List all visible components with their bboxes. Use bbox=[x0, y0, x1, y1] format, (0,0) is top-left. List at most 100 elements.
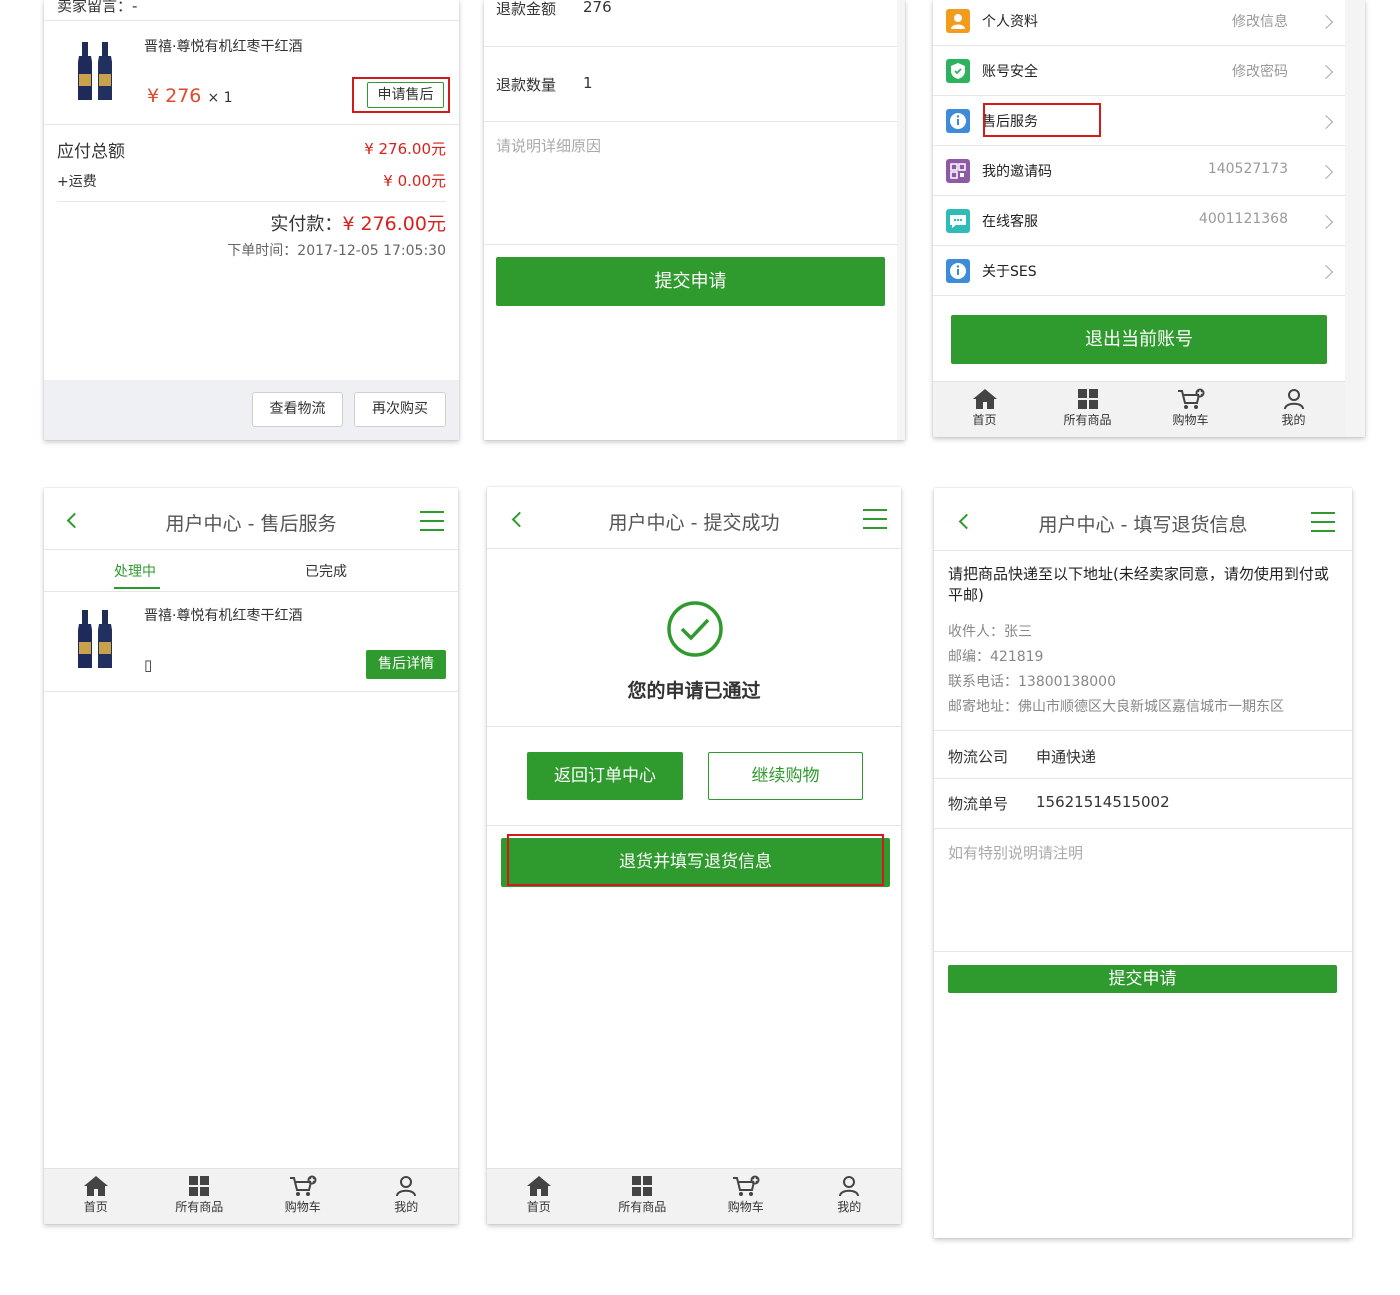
tab-mine-label: 我的 bbox=[394, 1200, 419, 1214]
tab-cart-label: 购物车 bbox=[1172, 413, 1209, 427]
info-icon bbox=[946, 109, 970, 133]
tab-mine-label: 我的 bbox=[1281, 413, 1306, 427]
seller-message: 卖家留言：- bbox=[57, 0, 138, 15]
tab-all-products-label: 所有商品 bbox=[618, 1200, 667, 1214]
tab-processing[interactable]: 处理中 bbox=[114, 561, 156, 581]
return-info-panel: 用户中心 - 填写退货信息 请把商品快递至以下地址(未经卖家同意，请勿使用到付或… bbox=[934, 488, 1352, 1238]
tab-cart[interactable]: 购物车 bbox=[1139, 382, 1242, 437]
shipping-label: +运费 bbox=[57, 174, 97, 190]
highlight-box bbox=[352, 77, 450, 113]
submit-button[interactable]: 提交申请 bbox=[496, 257, 885, 306]
paid-value: ¥ 276.00元 bbox=[342, 213, 446, 235]
tracking-field[interactable]: 15621514515002 bbox=[1036, 793, 1170, 811]
shipping-notice: 请把商品快递至以下地址(未经卖家同意，请勿使用到付或平邮) bbox=[948, 565, 1329, 604]
page-title: 用户中心 - 提交成功 bbox=[608, 512, 780, 534]
menu-row-value: 140527173 bbox=[1207, 161, 1288, 177]
tab-home-label: 首页 bbox=[83, 1200, 108, 1214]
cart-icon bbox=[732, 1175, 760, 1196]
tab-all-products[interactable]: 所有商品 bbox=[1036, 382, 1139, 437]
refund-form-panel: 退款金额 276 退款数量 1 请说明详细原因 提交申请 bbox=[484, 0, 905, 440]
tab-all-products[interactable]: 所有商品 bbox=[148, 1169, 252, 1224]
chevron-right-icon bbox=[1318, 14, 1334, 30]
tracking-label: 物流单号 bbox=[948, 795, 1009, 813]
chat-icon bbox=[946, 209, 970, 233]
menu-row-label: 在线客服 bbox=[982, 214, 1038, 230]
aftersale-detail-button[interactable]: 售后详情 bbox=[366, 650, 446, 679]
chevron-right-icon bbox=[1318, 264, 1334, 280]
home-icon bbox=[526, 1176, 551, 1196]
home-icon bbox=[972, 389, 997, 409]
product-name[interactable]: 晋禧·尊悦有机红枣干红酒 bbox=[144, 605, 302, 625]
tab-home[interactable]: 首页 bbox=[933, 382, 1036, 437]
grid-icon bbox=[632, 1176, 653, 1196]
tab-active-underline bbox=[114, 587, 160, 589]
user-icon bbox=[396, 1176, 417, 1197]
missing-glyph: ▯ bbox=[144, 656, 153, 674]
paid-label: 实付款： bbox=[270, 214, 343, 235]
bottom-tab-bar: 首页 所有商品 购物车 我的 bbox=[487, 1168, 901, 1224]
tab-home[interactable]: 首页 bbox=[487, 1169, 591, 1224]
menu-icon[interactable] bbox=[420, 511, 444, 531]
menu-icon[interactable] bbox=[863, 509, 887, 529]
tab-home[interactable]: 首页 bbox=[44, 1169, 148, 1224]
zipcode: 邮编：421819 bbox=[948, 649, 1044, 665]
tab-all-products-label: 所有商品 bbox=[1063, 413, 1112, 427]
phone: 联系电话：13800138000 bbox=[948, 674, 1116, 690]
menu-icon[interactable] bbox=[1311, 512, 1335, 532]
tab-mine[interactable]: 我的 bbox=[1242, 382, 1345, 437]
menu-row-label: 关于SES bbox=[982, 264, 1037, 280]
company-field[interactable]: 申通快递 bbox=[1036, 746, 1096, 767]
price-value: ¥ 276 bbox=[147, 85, 202, 107]
tab-cart-label: 购物车 bbox=[727, 1200, 764, 1214]
refund-qty-field[interactable]: 1 bbox=[583, 74, 593, 92]
tab-home-label: 首页 bbox=[972, 413, 997, 427]
submit-success-panel: 用户中心 - 提交成功 您的申请已通过 返回订单中心 继续购物 退货并填写退货信… bbox=[487, 487, 901, 1224]
wine-bottle-image bbox=[78, 42, 112, 100]
note-textarea[interactable]: 如有特别说明请注明 bbox=[948, 842, 1340, 932]
menu-row[interactable]: 关于SES bbox=[933, 246, 1345, 296]
tab-all-products[interactable]: 所有商品 bbox=[591, 1169, 695, 1224]
chevron-right-icon bbox=[1318, 114, 1334, 130]
reason-textarea[interactable]: 请说明详细原因 bbox=[496, 135, 891, 235]
quantity: × 1 bbox=[207, 90, 233, 106]
tab-cart[interactable]: 购物车 bbox=[251, 1169, 355, 1224]
order-time: 下单时间：2017-12-05 17:05:30 bbox=[227, 243, 446, 259]
tab-done[interactable]: 已完成 bbox=[305, 561, 347, 581]
tab-cart[interactable]: 购物车 bbox=[694, 1169, 798, 1224]
bottom-tab-bar: 首页 所有商品 购物车 我的 bbox=[44, 1168, 458, 1224]
back-to-orders-button[interactable]: 返回订单中心 bbox=[527, 752, 683, 800]
user-icon bbox=[839, 1176, 860, 1197]
product-name[interactable]: 晋禧·尊悦有机红枣干红酒 bbox=[144, 36, 302, 56]
shield-icon bbox=[946, 59, 970, 83]
tab-home-label: 首页 bbox=[526, 1200, 551, 1214]
success-text: 您的申请已通过 bbox=[627, 680, 761, 702]
menu-row-value: 修改密码 bbox=[1232, 64, 1288, 80]
buy-again-button[interactable]: 再次购买 bbox=[354, 392, 446, 427]
menu-row-value: 4001121368 bbox=[1198, 211, 1288, 227]
cart-icon bbox=[289, 1175, 317, 1196]
menu-row[interactable]: 个人资料 修改信息 bbox=[933, 0, 1345, 46]
payable-value: ¥ 276.00元 bbox=[364, 140, 446, 158]
wine-bottle-image bbox=[78, 610, 112, 668]
tab-cart-label: 购物车 bbox=[284, 1200, 321, 1214]
cart-icon bbox=[1177, 388, 1204, 409]
highlight-box bbox=[983, 103, 1101, 137]
submit-button[interactable]: 提交申请 bbox=[948, 965, 1337, 993]
aftersale-list-panel: 用户中心 - 售后服务 处理中 已完成 晋禧·尊悦有机红枣干红酒 ▯ 售后详情 … bbox=[44, 488, 458, 1224]
menu-row[interactable]: 在线客服 4001121368 bbox=[933, 196, 1345, 246]
chevron-right-icon bbox=[1318, 214, 1334, 230]
menu-row[interactable]: 账号安全 修改密码 bbox=[933, 46, 1345, 96]
product-price: ¥ 276 × 1 bbox=[147, 85, 233, 107]
menu-row-value: 修改信息 bbox=[1232, 14, 1288, 30]
tab-mine[interactable]: 我的 bbox=[798, 1169, 902, 1224]
menu-row[interactable]: 我的邀请码 140527173 bbox=[933, 146, 1345, 196]
order-detail-panel: 卖家留言：- 晋禧·尊悦有机红枣干红酒 ¥ 276 × 1 申请售后 应付总额 … bbox=[44, 0, 459, 440]
continue-shopping-button[interactable]: 继续购物 bbox=[708, 752, 863, 800]
refund-amount-label: 退款金额 bbox=[496, 0, 557, 18]
logout-button[interactable]: 退出当前账号 bbox=[951, 315, 1327, 364]
home-icon bbox=[83, 1176, 108, 1196]
view-logistics-button[interactable]: 查看物流 bbox=[252, 392, 343, 427]
refund-qty-label: 退款数量 bbox=[496, 76, 557, 94]
tab-mine[interactable]: 我的 bbox=[355, 1169, 459, 1224]
paid-amount: 实付款：¥ 276.00元 bbox=[270, 209, 446, 236]
